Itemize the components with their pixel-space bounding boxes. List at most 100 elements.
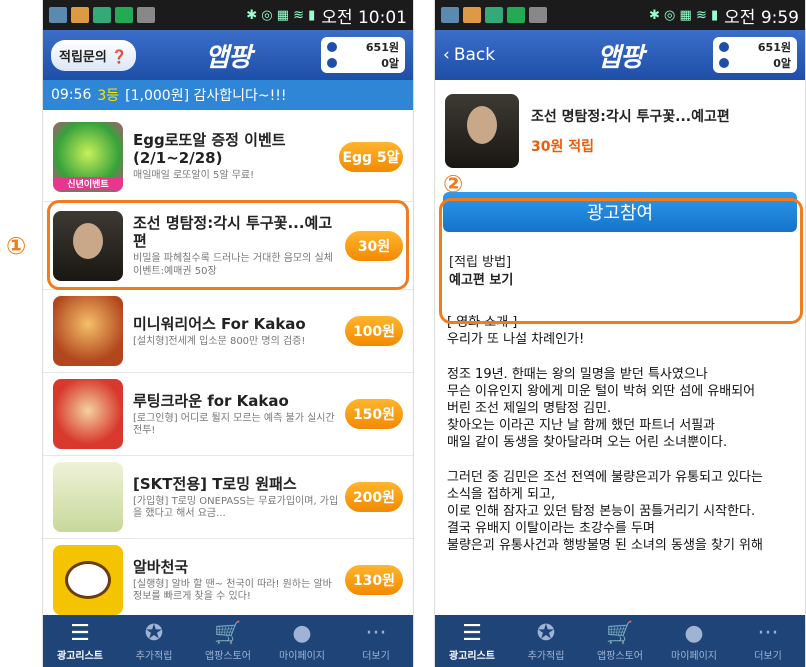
points-won: 651원: [757, 41, 791, 54]
clock: 오전 9:59: [724, 7, 799, 28]
story-line: 그러던 중 김민은 조선 전역에 불량은괴가 유통되고 있다는: [447, 470, 763, 485]
story-line: 찾아오는 이라곤 지난 날 함께 했던 파트너 서필과: [447, 418, 716, 433]
nav-more[interactable]: ··· 더보기: [339, 615, 413, 667]
person-icon: ●: [684, 620, 704, 646]
nav-label: 앱팡스토어: [205, 650, 251, 662]
points-panel: 651원 0알: [321, 37, 405, 73]
app-icon: [463, 7, 481, 23]
list-item[interactable]: [SKT전용] T로밍 원패스 [가입형] T로밍 ONEPASS는 무료가입이며…: [43, 456, 413, 539]
logo: 앱팡: [597, 42, 644, 73]
back-button[interactable]: ‹ Back: [443, 45, 495, 65]
nav-mypage[interactable]: ● 마이페이지: [265, 615, 339, 667]
list-icon: ☰: [462, 620, 482, 646]
left-phone-screen: ✱ ◎ ▦ ≋ ▮ 오전 10:01 적립문의 ❓ 앱팡 651원 0알 09:5…: [42, 0, 414, 667]
app-icon: [93, 7, 111, 23]
alba-logo-icon: [65, 561, 111, 599]
points-won: 651원: [365, 41, 399, 54]
egg-thumbnail: 신년이벤트: [53, 121, 123, 192]
list-icon: ☰: [70, 620, 90, 646]
item-desc: [가입형] T로밍 ONEPASS는 무료가입이며, 가입을 했다고 해서 요금…: [133, 495, 339, 519]
nav-ad-list[interactable]: ☰ 광고리스트: [435, 615, 509, 667]
coin-icon: [719, 42, 729, 52]
image-icon: [137, 7, 155, 23]
cart-icon: 🛒: [214, 620, 242, 646]
notification-icon: [49, 7, 67, 23]
movie-thumbnail: [445, 94, 519, 168]
back-label: Back: [453, 45, 496, 65]
nav-label: 더보기: [362, 650, 390, 662]
logo: 앱팡: [205, 42, 252, 73]
person-icon: ●: [292, 620, 312, 646]
reward-button[interactable]: 100원: [345, 316, 403, 346]
ticker-time: 09:56: [51, 87, 92, 103]
system-icons: ✱ ◎ ▦ ≋ ▮: [246, 7, 316, 23]
right-phone-screen: ✱ ◎ ▦ ≋ ▮ 오전 9:59 ‹ Back 앱팡 651원 0알 조선 명탐정…: [434, 0, 806, 667]
highlight-box: [47, 200, 409, 290]
nav-extra-points[interactable]: ✪ 추가적립: [509, 615, 583, 667]
story-line: 버린 조선 제일의 명탐정 김민.: [447, 401, 612, 416]
egg-icon: [327, 58, 337, 68]
naver-icon: [115, 7, 133, 23]
item-desc: 매일매일 로또알이 5알 무료!: [133, 170, 255, 181]
bottom-nav: ☰ 광고리스트 ✪ 추가적립 🛒 앱팡스토어 ● 마이페이지 ··· 더보기: [435, 615, 805, 667]
reward-button[interactable]: 150원: [345, 399, 403, 429]
list-item[interactable]: 알바천국 [실행형] 알바 할 땐~ 천국이 따라! 원하는 알바정보를 빠르게 …: [43, 539, 413, 615]
person-icon: [467, 106, 497, 144]
movie-description: [ 영화 소개 ] 우리가 또 나설 차례인가! 정조 19년. 한때는 왕의 밀…: [447, 314, 795, 554]
item-title: Egg로또알 증정 이벤트 (2/1~2/28): [133, 131, 286, 167]
story-line: 소식을 접하게 되고,: [447, 487, 556, 502]
item-title: 루팅크라운 for Kakao: [133, 391, 289, 410]
nav-label: 광고리스트: [449, 650, 495, 662]
detail-header: 조선 명탐정:각시 투구꽃...예고편 30원 적립: [435, 80, 805, 168]
reward-button[interactable]: 200원: [345, 482, 403, 512]
status-bar: ✱ ◎ ▦ ≋ ▮ 오전 10:01: [43, 0, 413, 30]
points-panel: 651원 0알: [713, 37, 797, 73]
reward-button[interactable]: Egg 5알: [339, 141, 403, 172]
step-marker-2: ②: [443, 170, 464, 198]
nav-store[interactable]: 🛒 앱팡스토어: [191, 615, 265, 667]
naver-icon: [507, 7, 525, 23]
step-marker-1: ①: [6, 232, 27, 260]
inquiry-label: 적립문의: [59, 49, 107, 65]
reward-button[interactable]: 130원: [345, 565, 403, 595]
nav-label: 추가적립: [135, 650, 173, 662]
chevron-left-icon: ‹: [443, 45, 450, 65]
story-line: 정조 19년. 한때는 왕의 밀명을 받던 특사였으나: [447, 367, 708, 382]
bottom-nav: ☰ 광고리스트 ✪ 추가적립 🛒 앱팡스토어 ● 마이페이지 ··· 더보기: [43, 615, 413, 667]
story-line: 이로 인해 잠자고 있던 탐정 본능이 꿈틀거리기 시작한다.: [447, 504, 756, 519]
list-item[interactable]: 루팅크라운 for Kakao [로그인형] 어디로 튈지 모르는 예측 불가 실…: [43, 373, 413, 456]
story-line: 결국 유배지 이탈이라는 초강수를 두며: [447, 521, 655, 536]
cart-icon: 🛒: [606, 620, 634, 646]
inquiry-button[interactable]: 적립문의 ❓: [51, 39, 136, 71]
nav-label: 추가적립: [527, 650, 565, 662]
egg-icon: [719, 58, 729, 68]
image-icon: [529, 7, 547, 23]
game-thumbnail: [53, 379, 123, 449]
story-subheading: 우리가 또 나설 차례인가!: [447, 332, 585, 347]
help-icon: ❓: [111, 49, 128, 65]
detail-reward: 30원 적립: [531, 139, 594, 155]
nav-ad-list[interactable]: ☰ 광고리스트: [43, 615, 117, 667]
nav-label: 광고리스트: [57, 650, 103, 662]
item-title: 미니워리어스 For Kakao: [133, 314, 306, 333]
nav-mypage[interactable]: ● 마이페이지: [657, 615, 731, 667]
item-desc: [실행형] 알바 할 땐~ 천국이 따라! 원하는 알바정보를 빠르게 찾을 수…: [133, 578, 332, 602]
nav-store[interactable]: 🛒 앱팡스토어: [583, 615, 657, 667]
list-item[interactable]: 신년이벤트 Egg로또알 증정 이벤트 (2/1~2/28) 매일매일 로또알이 …: [43, 112, 413, 202]
nav-more[interactable]: ··· 더보기: [731, 615, 805, 667]
plus-coin-icon: ✪: [536, 620, 556, 646]
nav-label: 앱팡스토어: [597, 650, 643, 662]
new-year-badge: 신년이벤트: [53, 176, 123, 190]
game-thumbnail: [53, 296, 123, 366]
nav-label: 마이페이지: [279, 650, 325, 662]
troaming-thumbnail: [53, 462, 123, 532]
highlight-box: [439, 198, 803, 324]
points-egg: 0알: [381, 57, 399, 70]
item-title: [SKT전용] T로밍 원패스: [133, 474, 297, 493]
status-bar: ✱ ◎ ▦ ≋ ▮ 오전 9:59: [435, 0, 805, 30]
app-icon: [71, 7, 89, 23]
nav-extra-points[interactable]: ✪ 추가적립: [117, 615, 191, 667]
story-line: 불량은괴 유통사건과 행방불명 된 소녀의 동생을 찾기 위해: [447, 538, 763, 553]
list-item[interactable]: 미니워리어스 For Kakao [설치형]전세계 입소문 800만 명의 검증!…: [43, 290, 413, 373]
more-icon: ···: [365, 620, 387, 646]
